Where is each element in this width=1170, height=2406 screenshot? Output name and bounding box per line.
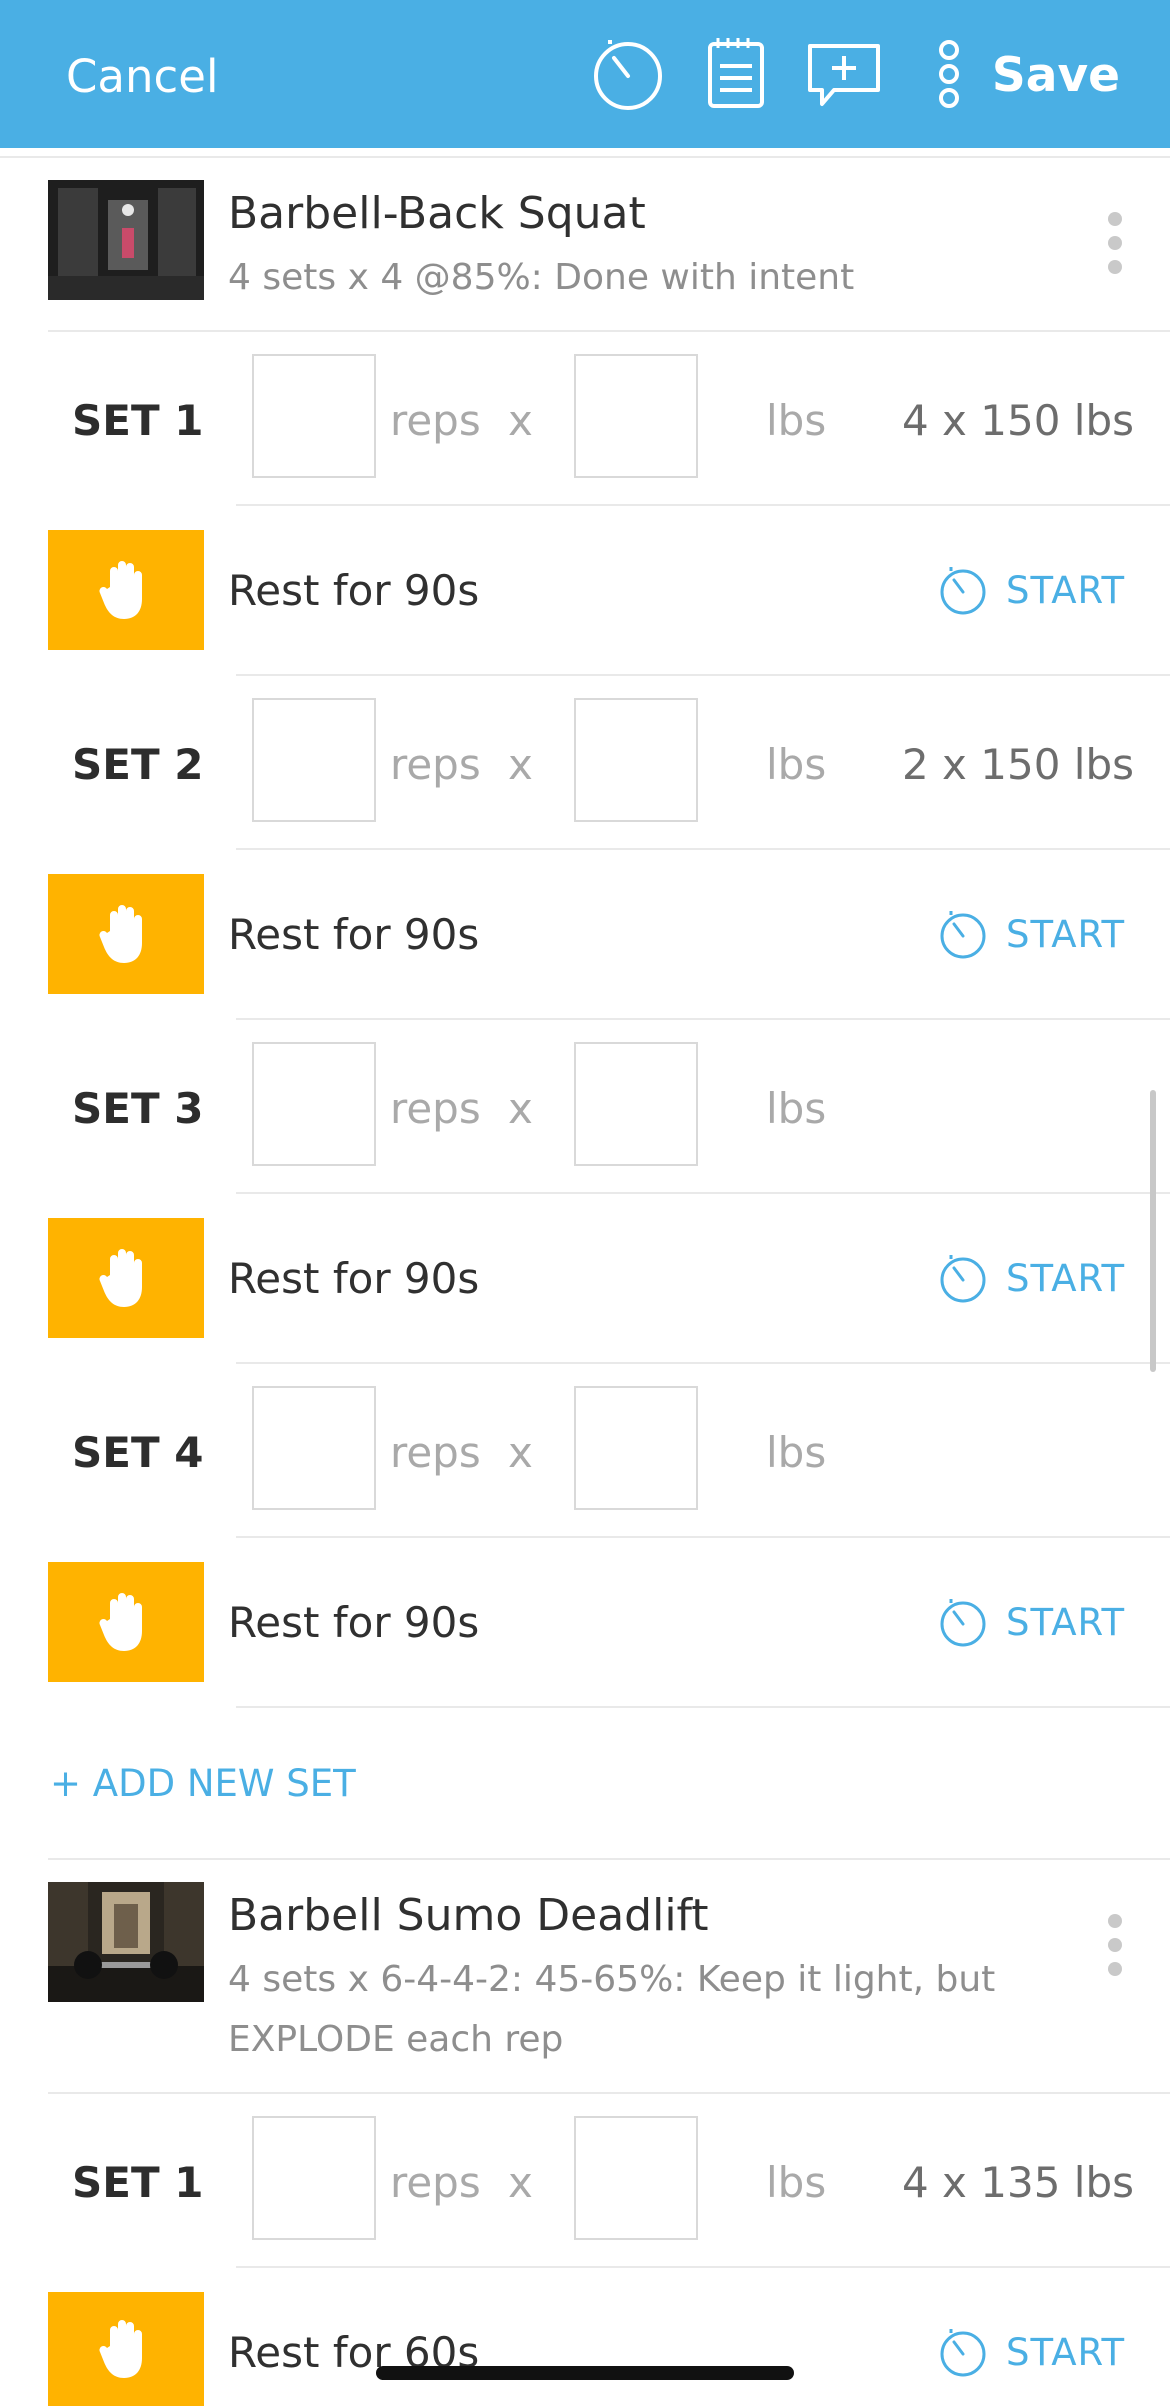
more-vertical-icon[interactable]: [914, 34, 984, 114]
hand-icon: [99, 905, 142, 963]
reps-unit-label: reps: [390, 1428, 481, 1477]
weight-unit-label: lbs: [766, 740, 827, 789]
exercise-thumbnail[interactable]: [48, 1882, 204, 2002]
weight-input[interactable]: [574, 2116, 698, 2240]
exercise-description: 4 sets x 4 @85%: Done with intent: [228, 257, 855, 298]
stopwatch-icon: [940, 1599, 986, 1647]
notes-icon[interactable]: [696, 34, 776, 114]
set-label: SET 1: [72, 2158, 204, 2207]
divider: [236, 848, 1170, 850]
exercise-description: 4 sets x 6-4-4-2: 45-65%: Keep it light,…: [228, 1959, 996, 2060]
times-label: x: [508, 740, 533, 789]
rest-duration: Rest for 90s: [228, 566, 480, 615]
hand-icon: [99, 561, 142, 619]
reps-input[interactable]: [252, 354, 376, 478]
stopwatch-icon[interactable]: [588, 34, 668, 114]
home-indicator[interactable]: [376, 2366, 794, 2380]
previous-set-value: 4 x 150 lbs: [901, 396, 1134, 445]
previous-set-value: 2 x 150 lbs: [901, 740, 1134, 789]
weight-input[interactable]: [574, 1386, 698, 1510]
weight-unit-label: lbs: [766, 1084, 827, 1133]
rest-tile: [48, 2292, 204, 2406]
stopwatch-icon: [940, 567, 986, 615]
start-rest-timer-button[interactable]: START: [936, 1592, 1125, 1652]
exercise-thumbnail[interactable]: [48, 180, 204, 300]
rest-duration: Rest for 90s: [228, 1254, 480, 1303]
save-button[interactable]: Save: [992, 48, 1120, 103]
divider: [48, 1858, 1170, 1860]
hand-icon: [99, 1593, 142, 1651]
rest-tile: [48, 530, 204, 650]
rest-tile: [48, 874, 204, 994]
reps-unit-label: reps: [390, 740, 481, 789]
weight-input[interactable]: [574, 1042, 698, 1166]
weight-input[interactable]: [574, 354, 698, 478]
divider: [236, 1192, 1170, 1194]
weight-unit-label: lbs: [766, 1428, 827, 1477]
divider: [236, 504, 1170, 506]
hand-icon: [99, 1249, 142, 1307]
rest-tile: [48, 1562, 204, 1682]
set-label: SET 3: [72, 1084, 204, 1133]
divider: [236, 674, 1170, 676]
weight-input[interactable]: [574, 698, 698, 822]
start-label: START: [1006, 1600, 1126, 1644]
start-label: START: [1006, 2330, 1126, 2374]
divider: [236, 2266, 1170, 2268]
start-rest-timer-button[interactable]: START: [936, 1248, 1125, 1308]
hand-icon: [99, 2320, 142, 2378]
exercise-options-icon[interactable]: [1100, 1914, 1130, 1984]
divider: [236, 1362, 1170, 1364]
previous-set-value: 4 x 135 lbs: [901, 2158, 1134, 2207]
scrollbar[interactable]: [1150, 1090, 1156, 1372]
divider: [0, 156, 1170, 158]
rest-duration: Rest for 90s: [228, 910, 480, 959]
start-rest-timer-button[interactable]: START: [936, 2322, 1125, 2382]
add-new-set-button[interactable]: + ADD NEW SET: [50, 1762, 356, 1805]
start-label: START: [1006, 912, 1126, 956]
set-label: SET 2: [72, 740, 204, 789]
cancel-button[interactable]: Cancel: [66, 50, 218, 103]
times-label: x: [508, 2158, 533, 2207]
stopwatch-icon: [940, 1255, 986, 1303]
divider: [236, 1706, 1170, 1708]
exercise-name[interactable]: Barbell Sumo Deadlift: [228, 1890, 709, 1941]
set-label: SET 1: [72, 396, 204, 445]
set-label: SET 4: [72, 1428, 204, 1477]
reps-input[interactable]: [252, 698, 376, 822]
top-bar: Cancel Save: [0, 0, 1170, 148]
exercise-name[interactable]: Barbell-Back Squat: [228, 188, 646, 239]
times-label: x: [508, 1428, 533, 1477]
rest-tile: [48, 1218, 204, 1338]
start-label: START: [1006, 568, 1126, 612]
reps-input[interactable]: [252, 2116, 376, 2240]
start-label: START: [1006, 1256, 1126, 1300]
start-rest-timer-button[interactable]: START: [936, 904, 1125, 964]
divider: [236, 1536, 1170, 1538]
reps-unit-label: reps: [390, 1084, 481, 1133]
weight-unit-label: lbs: [766, 2158, 827, 2207]
reps-input[interactable]: [252, 1386, 376, 1510]
exercise-options-icon[interactable]: [1100, 212, 1130, 282]
start-rest-timer-button[interactable]: START: [936, 560, 1125, 620]
reps-unit-label: reps: [390, 2158, 481, 2207]
times-label: x: [508, 1084, 533, 1133]
reps-input[interactable]: [252, 1042, 376, 1166]
stopwatch-icon: [940, 2329, 986, 2377]
weight-unit-label: lbs: [766, 396, 827, 445]
reps-unit-label: reps: [390, 396, 481, 445]
divider: [48, 330, 1170, 332]
rest-duration: Rest for 90s: [228, 1598, 480, 1647]
times-label: x: [508, 396, 533, 445]
add-comment-icon[interactable]: [804, 34, 884, 114]
divider: [48, 2092, 1170, 2094]
divider: [236, 1018, 1170, 1020]
stopwatch-icon: [940, 911, 986, 959]
